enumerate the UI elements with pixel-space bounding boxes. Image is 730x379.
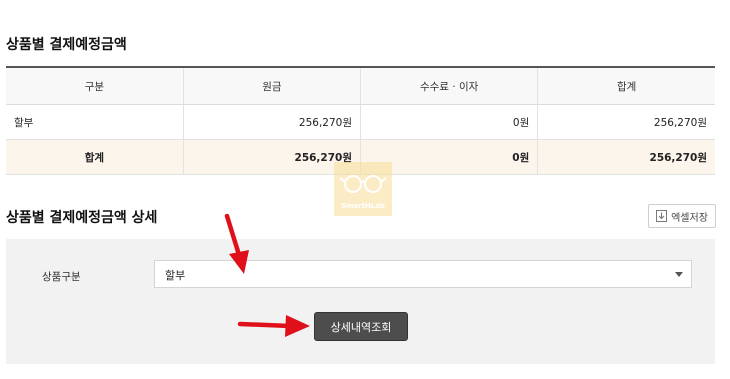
header-type: 구분 <box>6 66 184 105</box>
cell-total: 256,270원 <box>537 104 715 140</box>
section-title-detail: 상품별 결제예정금액 상세 <box>6 210 158 226</box>
cell-total-label: 합계 <box>6 139 184 175</box>
download-icon <box>656 210 668 222</box>
product-type-selected: 할부 <box>165 269 186 282</box>
cell-fee: 0원 <box>359 104 538 140</box>
summary-table: 구분 원금 수수료 · 이자 합계 할부 256,270원 0원 256,270… <box>6 66 715 175</box>
table-row: 할부 256,270원 0원 256,270원 <box>6 104 715 140</box>
cell-principal: 256,270원 <box>182 104 361 140</box>
filter-panel: 상품구분 할부 상세내역조회 <box>6 239 715 364</box>
glasses-icon <box>339 175 387 193</box>
section-title-summary: 상품별 결제예정금액 <box>6 37 127 53</box>
table-header-row: 구분 원금 수수료 · 이자 합계 <box>6 66 715 105</box>
detail-search-button[interactable]: 상세내역조회 <box>314 312 408 341</box>
header-total: 합계 <box>537 66 715 105</box>
chevron-down-icon <box>675 272 683 277</box>
watermark-logo: SmartHLab <box>334 162 392 216</box>
cell-type: 할부 <box>6 104 184 140</box>
watermark-text: SmartHLab <box>341 202 385 210</box>
product-type-label: 상품구분 <box>42 271 81 283</box>
cell-grand-total: 256,270원 <box>537 139 715 175</box>
header-principal: 원금 <box>182 66 361 105</box>
excel-save-button[interactable]: 엑셀저장 <box>648 204 716 228</box>
header-fee-interest: 수수료 · 이자 <box>359 66 538 105</box>
excel-save-label: 엑셀저장 <box>671 212 708 224</box>
product-type-select[interactable]: 할부 <box>154 260 692 288</box>
